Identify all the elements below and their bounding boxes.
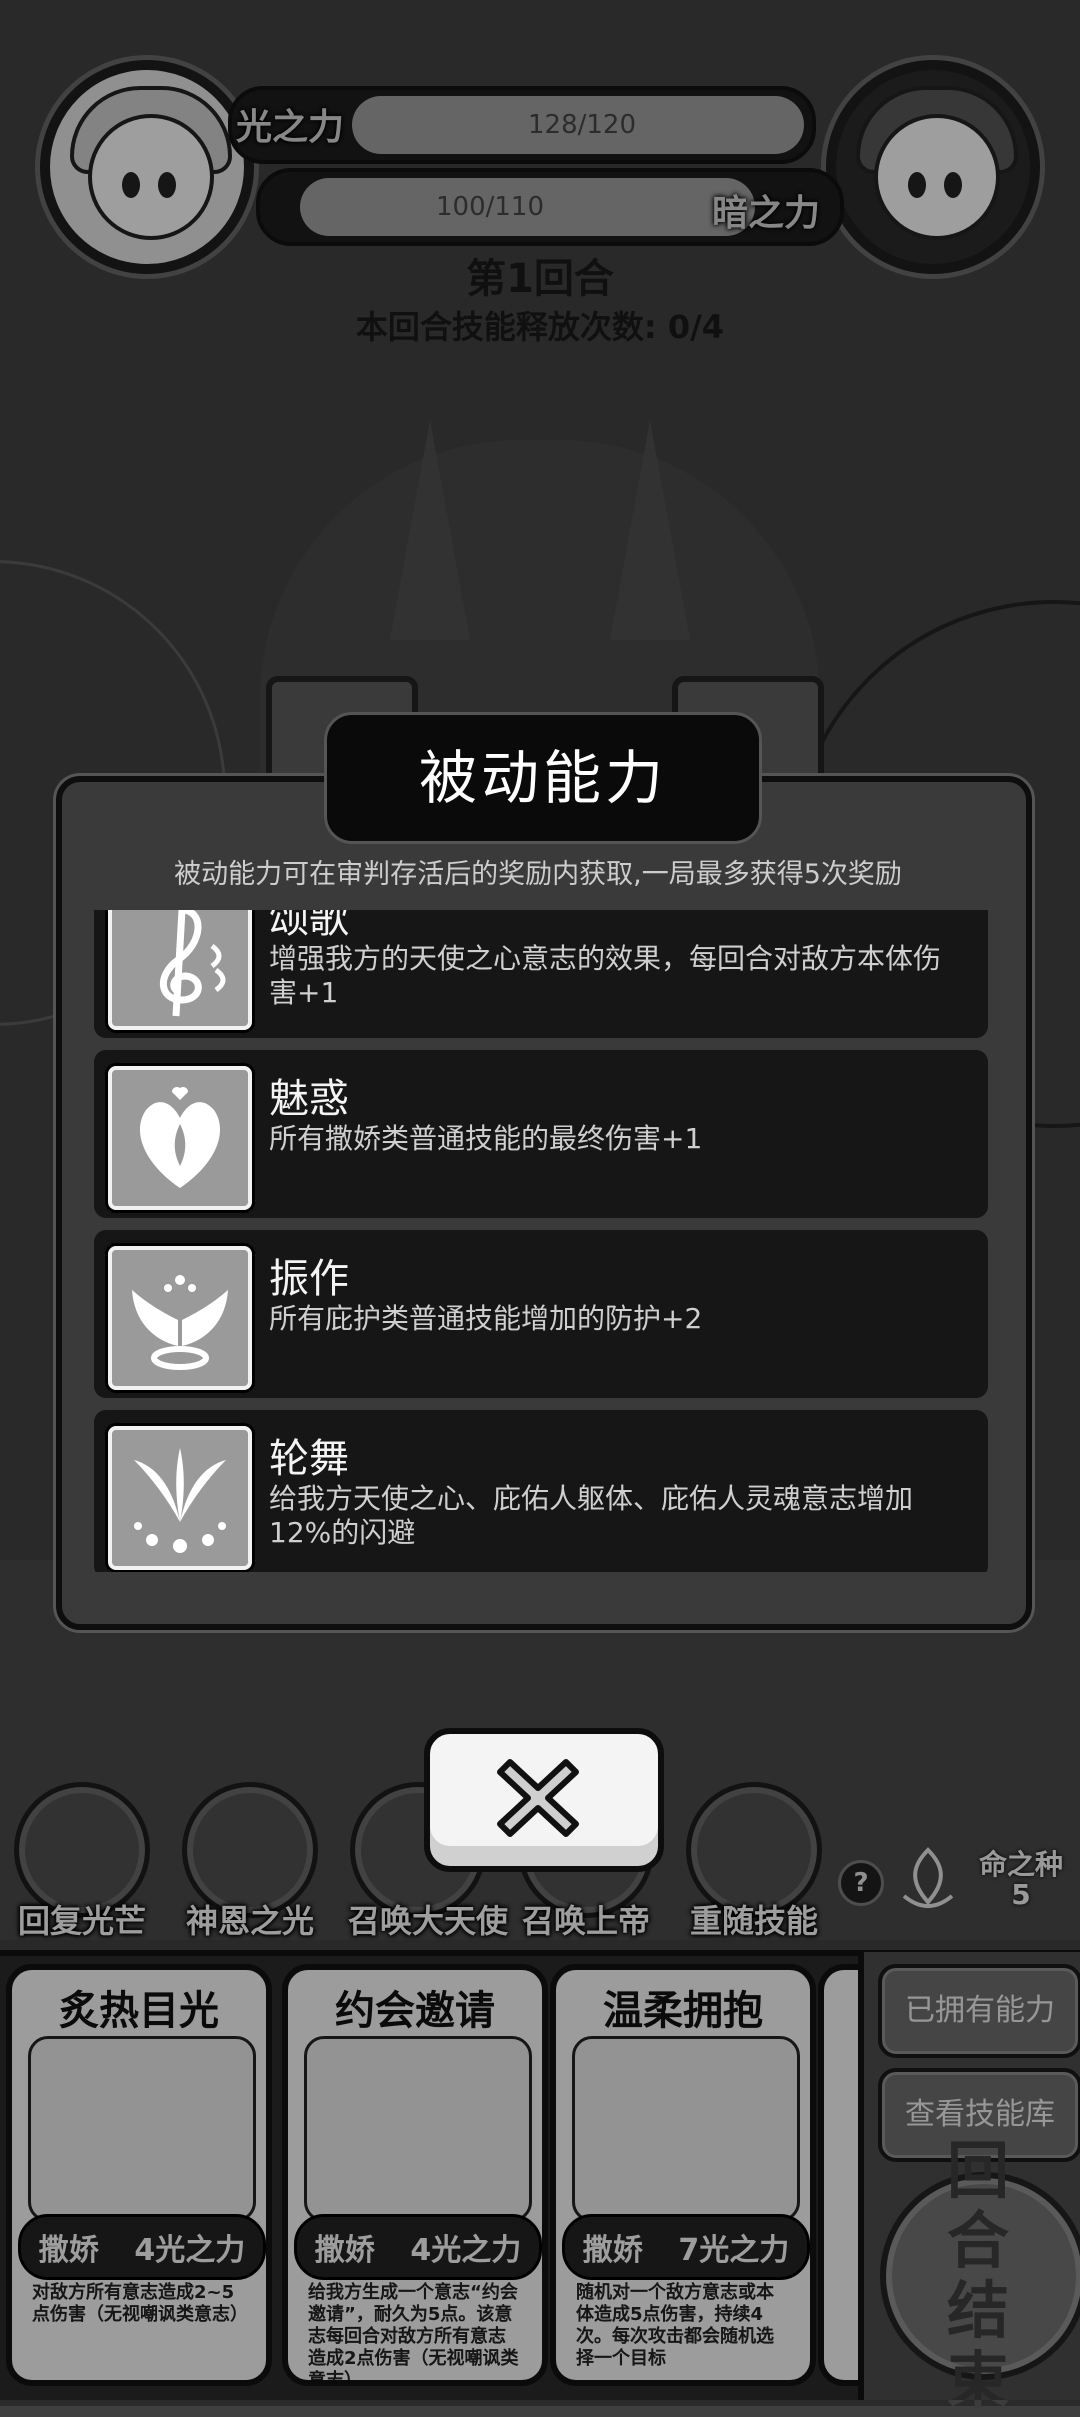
passive-name: 魅惑 [269,1076,349,1122]
list-item[interactable]: 魅惑 所有撒娇类普通技能的最终伤害+1 [94,1050,988,1218]
list-item[interactable]: 轮舞 给我方天使之心、庇佑人躯体、庇佑人灵魂意志增加12%的闪避 [94,1410,988,1572]
treble-clef-icon [108,910,252,1030]
close-x-icon [497,1759,579,1837]
wings-halo-icon [108,1246,252,1390]
list-item[interactable]: 振作 所有庇护类普通技能增加的防护+2 [94,1230,988,1398]
dialog-subtitle: 被动能力可在审判存活后的奖励内获取,一局最多获得5次奖励 [174,859,902,890]
passive-name: 轮舞 [269,1436,349,1482]
passive-name: 颂歌 [269,910,349,942]
close-button[interactable] [424,1728,664,1872]
passive-desc: 给我方天使之心、庇佑人躯体、庇佑人灵魂意志增加12%的闪避 [269,1482,914,1549]
passive-desc: 增强我方的天使之心意志的效果，每回合对敌方本体伤害+1 [269,942,942,1009]
dialog-title: 被动能力 [324,712,762,844]
feather-burst-icon [108,1426,252,1570]
passive-name: 振作 [269,1256,349,1302]
passive-list[interactable]: 颂歌 增强我方的天使之心意志的效果，每回合对敌方本体伤害+1 魅惑 所有撒娇类普… [94,910,988,1572]
passive-desc: 所有撒娇类普通技能的最终伤害+1 [269,1122,703,1155]
winged-heart-icon [108,1066,252,1210]
passive-desc: 所有庇护类普通技能增加的防护+2 [269,1302,703,1335]
list-item[interactable]: 颂歌 增强我方的天使之心意志的效果，每回合对敌方本体伤害+1 [94,910,988,1038]
